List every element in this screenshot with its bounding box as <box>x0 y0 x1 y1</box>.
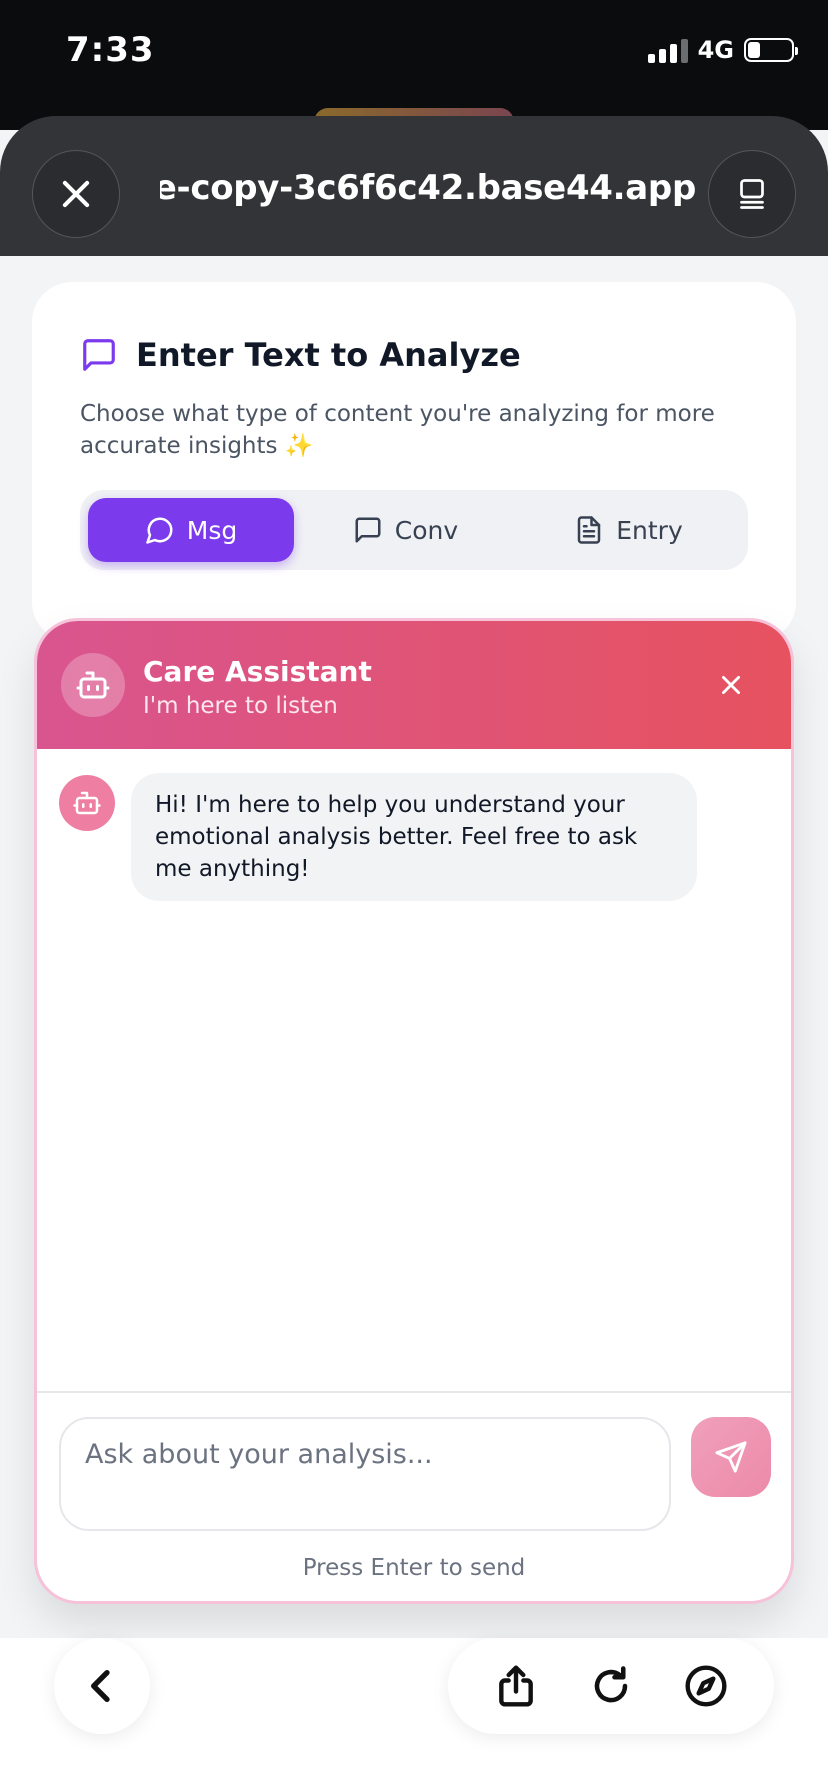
reload-icon <box>594 1666 628 1703</box>
close-browser-button[interactable] <box>32 150 120 238</box>
bot-icon <box>76 671 110 699</box>
tabs-button[interactable] <box>708 150 796 238</box>
close-icon <box>62 180 90 208</box>
chat-header: Care Assistant I'm here to listen <box>37 621 791 749</box>
network-type: 4G <box>697 36 734 64</box>
chat-message: Hi! I'm here to help you understand your… <box>59 773 697 901</box>
bot-icon <box>73 791 101 815</box>
share-icon <box>498 1665 533 1707</box>
tab-entry[interactable]: Entry <box>517 498 740 562</box>
compass-button[interactable] <box>676 1656 736 1716</box>
status-bar: 7:33 4G <box>0 0 828 148</box>
file-text-icon <box>577 516 601 544</box>
browser-toolbar <box>0 1638 828 1792</box>
back-button[interactable] <box>54 1638 150 1734</box>
chevron-left-icon <box>91 1670 110 1702</box>
message-bubble: Hi! I'm here to help you understand your… <box>131 773 697 901</box>
close-chat-button[interactable] <box>715 669 747 701</box>
signal-icon <box>647 37 688 63</box>
reload-button[interactable] <box>581 1656 641 1716</box>
send-button[interactable] <box>691 1417 771 1497</box>
divider <box>37 1391 791 1393</box>
url-text[interactable]: se-copy-3c6f6c42.base44.app <box>160 168 696 208</box>
send-icon <box>715 1441 747 1473</box>
bot-avatar <box>61 653 125 717</box>
message-square-icon <box>83 339 115 371</box>
analyze-card: Enter Text to Analyze Choose what type o… <box>32 282 796 642</box>
compass-icon <box>685 1665 727 1707</box>
card-title: Enter Text to Analyze <box>136 336 521 374</box>
browser-actions <box>448 1638 774 1734</box>
status-time: 7:33 <box>66 30 155 70</box>
tab-label: Entry <box>616 515 683 545</box>
message-circle-icon <box>146 517 173 544</box>
tabs-icon <box>740 179 764 209</box>
message-square-icon <box>355 517 381 543</box>
chat-input[interactable] <box>59 1417 671 1531</box>
content-type-selector: Msg Conv Entry <box>80 490 748 570</box>
tab-msg[interactable]: Msg <box>88 498 294 562</box>
tab-label: Conv <box>394 515 459 545</box>
share-button[interactable] <box>486 1656 546 1716</box>
chat-subtitle: I'm here to listen <box>143 693 338 719</box>
url-value: se-copy-3c6f6c42.base44.app <box>160 168 696 208</box>
tab-label: Msg <box>186 515 238 545</box>
bot-avatar <box>59 775 115 831</box>
page-content: Enter Text to Analyze Choose what type o… <box>0 256 828 1638</box>
card-description: Choose what type of content you're analy… <box>80 401 715 459</box>
card-title-row: Enter Text to Analyze <box>80 336 521 374</box>
close-icon <box>722 676 740 694</box>
battery-icon <box>744 38 798 62</box>
care-assistant-chat: Care Assistant I'm here to listen Hi! I'… <box>34 618 794 1604</box>
browser-url-bar: se-copy-3c6f6c42.base44.app <box>0 116 828 256</box>
tab-conv[interactable]: Conv <box>294 498 517 562</box>
chat-title: Care Assistant <box>143 655 372 688</box>
send-hint: Press Enter to send <box>302 1555 526 1581</box>
status-indicators: 4G <box>647 36 798 64</box>
